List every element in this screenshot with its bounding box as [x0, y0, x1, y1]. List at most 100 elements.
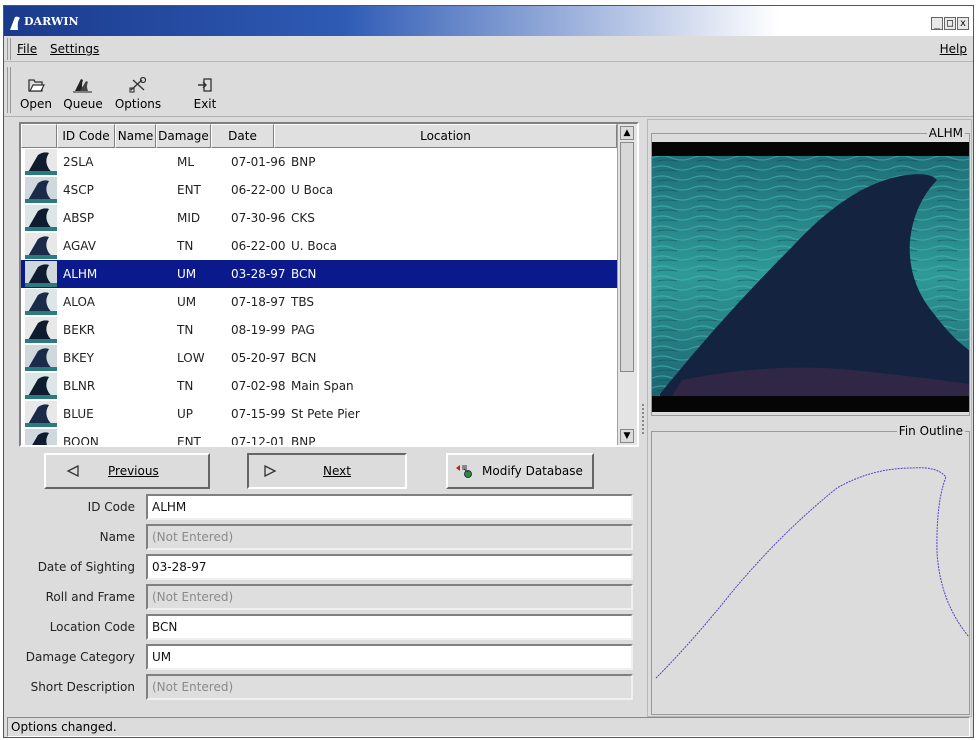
cell-location: U. Boca — [291, 239, 337, 253]
field-label: Damage Category — [25, 650, 135, 664]
table-row[interactable]: ABSP MID 07-30-96 CKS — [21, 204, 617, 232]
maximize-button[interactable]: □ — [944, 17, 956, 30]
menubar-grip[interactable] — [7, 38, 11, 60]
cell-id-code: 4SCP — [63, 183, 94, 197]
cell-location: BNP — [291, 155, 316, 169]
fin-thumbnail-icon — [25, 401, 57, 427]
toolbar-grip[interactable] — [7, 67, 11, 113]
header-name[interactable]: Name — [115, 124, 156, 148]
menu-help[interactable]: Help — [940, 42, 967, 56]
field-label: Short Description — [30, 680, 135, 694]
exit-door-icon — [198, 78, 212, 92]
close-button[interactable]: x — [957, 17, 969, 30]
cell-date: 05-20-97 — [231, 351, 286, 365]
pane-splitter[interactable] — [640, 119, 646, 717]
header-thumb[interactable] — [21, 124, 57, 148]
form-row: Name (Not Entered) — [19, 524, 639, 550]
field-label: Location Code — [49, 620, 135, 634]
table-row[interactable]: BOON ENT 07-12-01 BNP — [21, 428, 617, 445]
splitter-grip[interactable] — [642, 404, 644, 434]
form-row: Damage Category UM — [19, 644, 639, 670]
header-date[interactable]: Date — [211, 124, 274, 148]
next-label: Next — [323, 464, 351, 478]
cell-location: BCN — [291, 267, 317, 281]
table-row[interactable]: BKEY LOW 05-20-97 BCN — [21, 344, 617, 372]
fin-outline-plot — [655, 467, 969, 679]
cell-damage: UM — [177, 295, 197, 309]
table-row[interactable]: ALHM UM 03-28-97 BCN — [21, 260, 617, 288]
form-row: Roll and Frame (Not Entered) — [19, 584, 639, 610]
cell-id-code: ALHM — [63, 267, 98, 281]
cell-date: 07-02-98 — [231, 379, 286, 393]
exit-button[interactable]: Exit — [190, 77, 220, 111]
queue-fins-icon — [73, 79, 92, 93]
cell-id-code: BEKR — [63, 323, 96, 337]
scroll-thumb[interactable] — [620, 142, 634, 372]
fin-thumbnail-icon — [25, 289, 57, 315]
minimize-button[interactable]: _ — [931, 17, 943, 30]
database-list: ID Code Name Damage Date Location 2SLA ML… — [19, 122, 639, 447]
header-location[interactable]: Location — [274, 124, 617, 148]
cell-id-code: BKEY — [63, 351, 95, 365]
toolbar: Open Queue Options Exit — [4, 63, 973, 117]
options-button[interactable]: Options — [108, 77, 168, 111]
window-title: DARWIN — [24, 15, 79, 28]
header-damage[interactable]: Damage — [156, 124, 211, 148]
fin-thumbnail-icon — [25, 205, 57, 231]
field-input[interactable]: (Not Entered) — [146, 584, 633, 610]
next-button[interactable]: Next — [247, 453, 407, 489]
cell-date: 07-12-01 — [231, 435, 286, 445]
database-list-body: ID Code Name Damage Date Location 2SLA ML… — [21, 124, 617, 445]
previous-button[interactable]: Previous — [44, 453, 210, 489]
form-row: Short Description (Not Entered) — [19, 674, 639, 700]
table-row[interactable]: 2SLA ML 07-01-96 BNP — [21, 148, 617, 176]
options-label: Options — [114, 97, 162, 111]
menu-file[interactable]: File — [17, 42, 37, 56]
form-row: Date of Sighting 03-28-97 — [19, 554, 639, 580]
cell-date: 07-15-99 — [231, 407, 286, 421]
cell-location: BNP — [291, 435, 316, 445]
field-input[interactable]: ALHM — [146, 494, 633, 520]
field-input[interactable]: UM — [146, 644, 633, 670]
fin-thumbnail-icon — [25, 149, 57, 175]
cell-damage: ENT — [177, 183, 201, 197]
cell-id-code: ABSP — [63, 211, 95, 225]
field-label: Date of Sighting — [37, 560, 135, 574]
cell-location: BCN — [291, 351, 317, 365]
title-bar[interactable]: DARWIN _ □ x — [4, 6, 973, 36]
cell-damage: UP — [177, 407, 194, 421]
modify-database-button[interactable]: Modify Database — [446, 453, 594, 489]
field-label: Name — [99, 530, 135, 544]
header-id-code[interactable]: ID Code — [57, 124, 115, 148]
fin-thumbnail-icon — [25, 261, 57, 287]
cell-id-code: BOON — [63, 435, 99, 445]
open-button[interactable]: Open — [16, 77, 56, 111]
cell-damage: LOW — [177, 351, 205, 365]
exit-label: Exit — [193, 97, 217, 111]
table-row[interactable]: BEKR TN 08-19-99 PAG — [21, 316, 617, 344]
list-header: ID Code Name Damage Date Location — [21, 124, 617, 148]
image-group: ALHM — [651, 126, 970, 416]
scroll-down-icon[interactable]: ▼ — [620, 429, 634, 443]
scroll-up-icon[interactable]: ▲ — [620, 126, 634, 140]
field-label: Roll and Frame — [45, 590, 135, 604]
table-row[interactable]: ALOA UM 07-18-97 TBS — [21, 288, 617, 316]
table-row[interactable]: BLUE UP 07-15-99 St Pete Pier — [21, 400, 617, 428]
cell-location: TBS — [291, 295, 314, 309]
field-input[interactable]: (Not Entered) — [146, 674, 633, 700]
table-row[interactable]: AGAV TN 06-22-00 U. Boca — [21, 232, 617, 260]
table-row[interactable]: 4SCP ENT 06-22-00 U Boca — [21, 176, 617, 204]
field-input[interactable]: (Not Entered) — [146, 524, 633, 550]
image-label: ALHM — [926, 126, 965, 140]
queue-button[interactable]: Queue — [60, 77, 106, 111]
options-tools-icon — [129, 77, 147, 93]
menu-settings[interactable]: Settings — [50, 42, 99, 56]
app-window: DARWIN _ □ x File Settings Help Open Que… — [3, 5, 974, 738]
cell-date: 08-19-99 — [231, 323, 286, 337]
table-row[interactable]: BLNR TN 07-02-98 Main Span — [21, 372, 617, 400]
field-input[interactable]: BCN — [146, 614, 633, 640]
list-scrollbar[interactable]: ▲ ▼ — [617, 124, 637, 445]
fin-thumbnail-icon — [25, 373, 57, 399]
cell-date: 03-28-97 — [231, 267, 286, 281]
field-input[interactable]: 03-28-97 — [146, 554, 633, 580]
